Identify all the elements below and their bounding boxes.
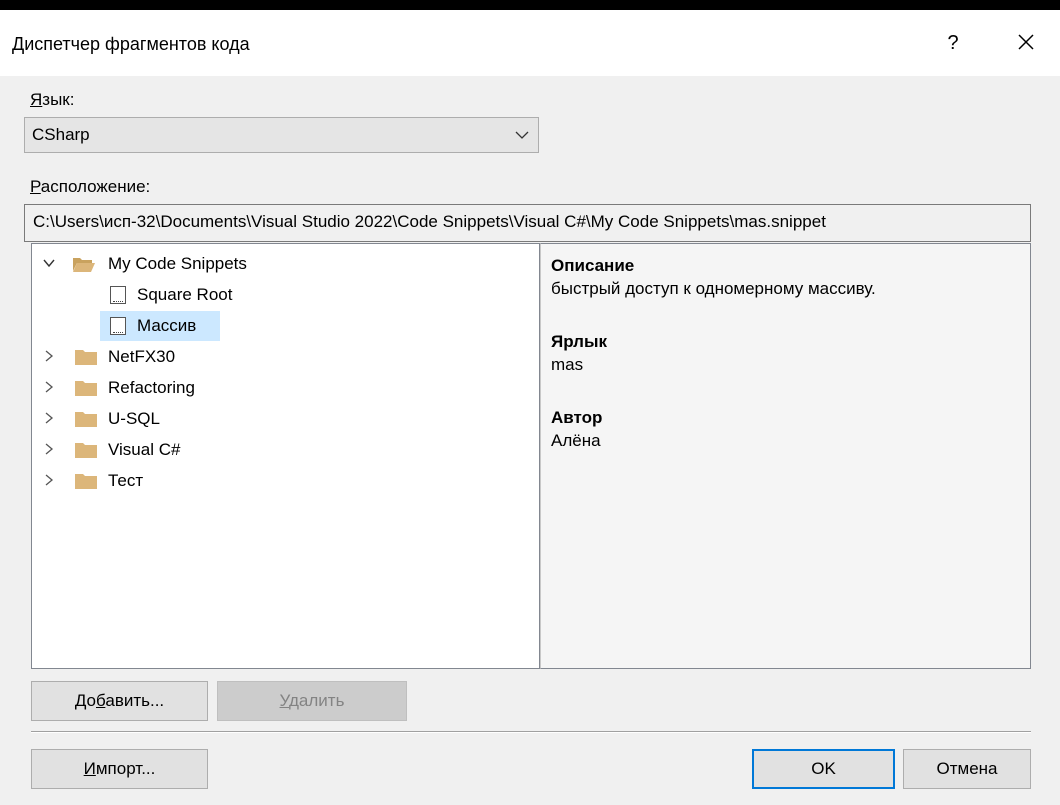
tree-item-square-root[interactable]: Square Root — [100, 280, 260, 310]
tree-item-refactoring[interactable]: Refactoring — [32, 373, 232, 403]
folder-icon — [75, 474, 97, 489]
tree-item-label: U-SQL — [108, 409, 160, 428]
tree-item-label: Массив — [137, 316, 197, 335]
description-section: Описание быстрый доступ к одномерному ма… — [551, 256, 876, 299]
add-button[interactable]: Добавить... — [31, 681, 208, 721]
tree-item-label: NetFX30 — [108, 347, 176, 366]
location-label: Расположение: — [30, 177, 151, 196]
import-button[interactable]: Импорт... — [31, 749, 208, 789]
cancel-button[interactable]: Отмена — [903, 749, 1031, 789]
shortcut-section: Ярлык mas — [551, 332, 607, 375]
tree-item-massiv[interactable]: Массив — [100, 311, 220, 341]
folder-icon — [75, 350, 97, 365]
tree-item-label: My Code Snippets — [108, 254, 247, 273]
dialog-title: Диспетчер фрагментов кода — [12, 34, 250, 54]
tree-item-label: Тест — [108, 471, 144, 490]
folder-icon — [75, 412, 97, 427]
location-field[interactable]: C:\Users\исп-32\Documents\Visual Studio … — [24, 204, 1031, 242]
chevron-right-icon[interactable] — [42, 411, 56, 425]
open-folder-icon — [73, 258, 95, 272]
chevron-right-icon[interactable] — [42, 380, 56, 394]
help-button[interactable]: ? — [938, 28, 968, 58]
ok-button[interactable]: OK — [752, 749, 895, 789]
chevron-down-icon — [515, 131, 529, 139]
remove-button[interactable]: Удалить — [217, 681, 407, 721]
snippet-file-icon — [110, 317, 126, 335]
snippet-tree[interactable]: My Code Snippets Square Root Массив NetF… — [31, 243, 540, 669]
close-icon — [1018, 34, 1034, 50]
chevron-right-icon[interactable] — [42, 473, 56, 487]
language-label: Язык: — [30, 90, 75, 109]
tree-item-label: Square Root — [137, 285, 233, 304]
description-header: Описание — [551, 256, 635, 275]
tree-item-visual-csharp[interactable]: Visual C# — [32, 435, 232, 465]
tree-item-test[interactable]: Тест — [32, 466, 232, 496]
snippet-file-icon — [110, 286, 126, 304]
window-top-border — [0, 0, 1060, 10]
author-header: Автор — [551, 408, 603, 427]
chevron-right-icon[interactable] — [42, 349, 56, 363]
tree-item-label: Visual C# — [108, 440, 181, 459]
tree-item-label: Refactoring — [108, 378, 195, 397]
author-text: Алёна — [551, 431, 601, 450]
close-button[interactable] — [1011, 27, 1041, 57]
chevron-down-icon[interactable] — [42, 256, 56, 270]
shortcut-text: mas — [551, 355, 584, 374]
divider — [31, 731, 1031, 733]
tree-item-u-sql[interactable]: U-SQL — [32, 404, 232, 434]
tree-item-netfx30[interactable]: NetFX30 — [32, 342, 232, 372]
snippet-details-panel: Описание быстрый доступ к одномерному ма… — [540, 243, 1031, 669]
author-section: Автор Алёна — [551, 408, 602, 451]
language-select[interactable]: CSharp — [24, 117, 539, 153]
chevron-right-icon[interactable] — [42, 442, 56, 456]
folder-icon — [75, 443, 97, 458]
folder-icon — [75, 381, 97, 396]
shortcut-header: Ярлык — [551, 332, 608, 351]
language-select-value: CSharp — [32, 125, 90, 144]
description-text: быстрый доступ к одномерному массиву. — [551, 279, 876, 298]
tree-item-my-code-snippets[interactable]: My Code Snippets — [32, 249, 332, 279]
